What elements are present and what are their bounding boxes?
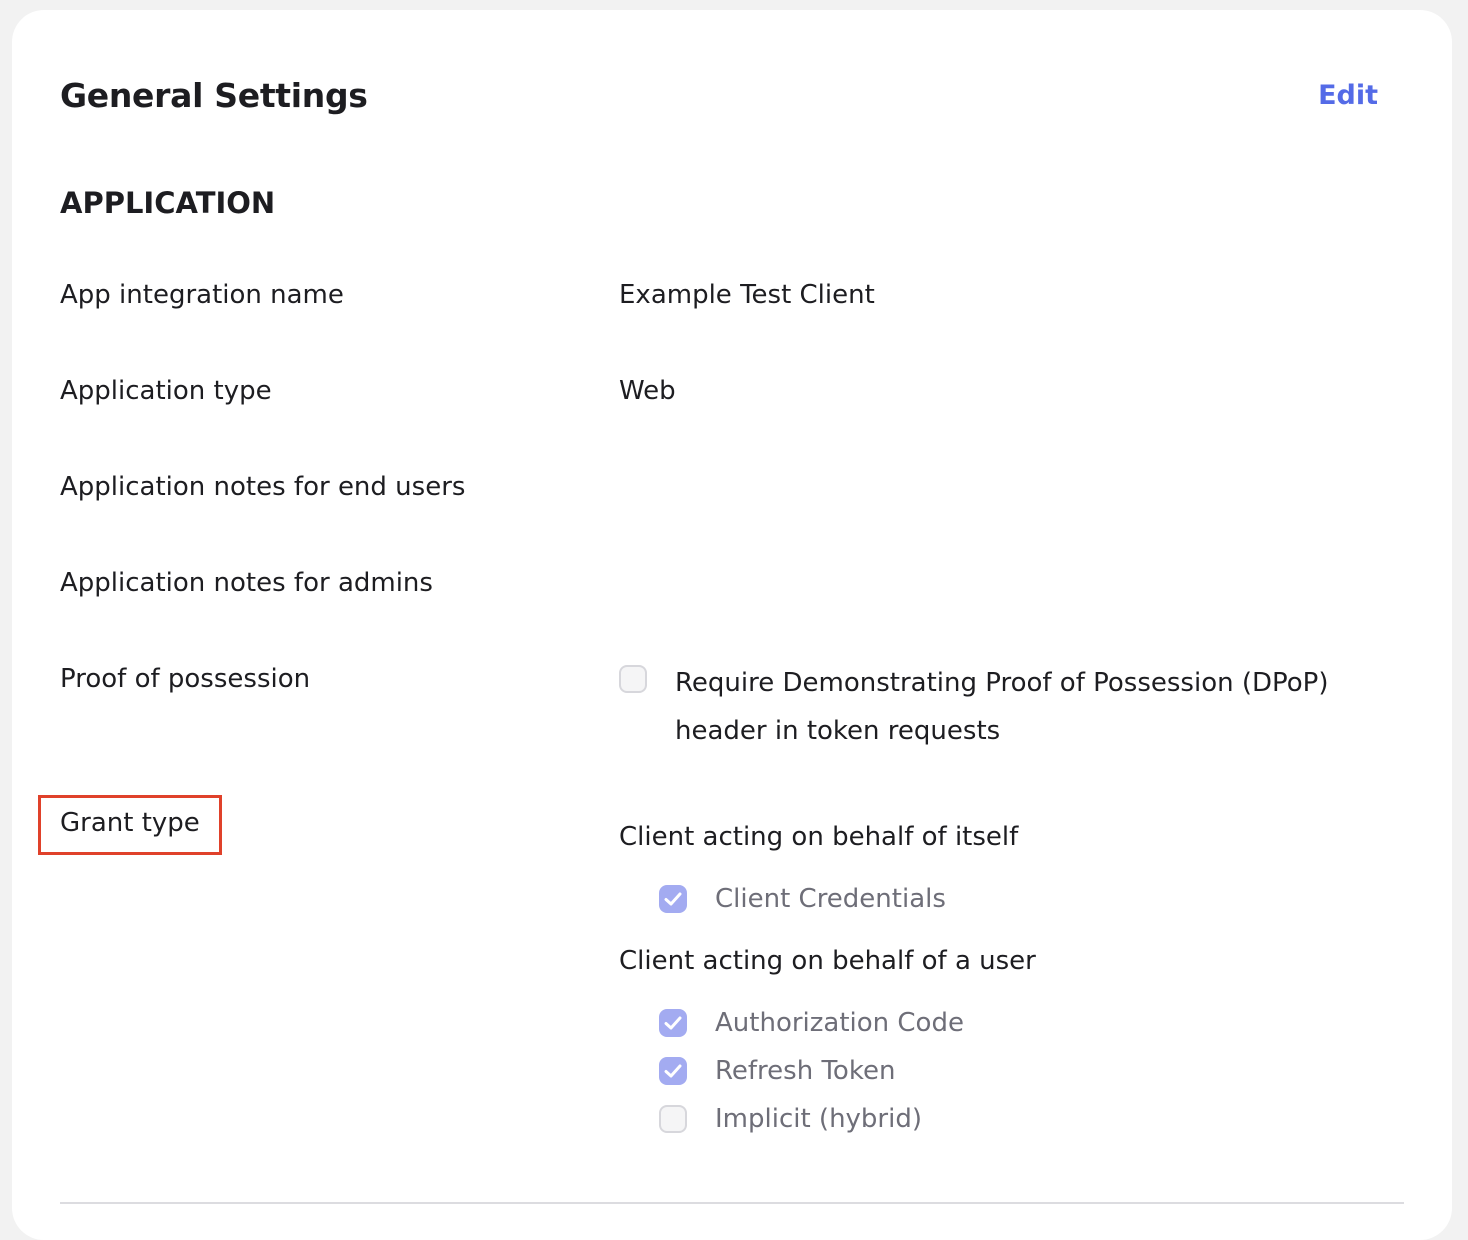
app-integration-name-value: Example Test Client	[619, 280, 875, 310]
section-divider	[60, 1202, 1404, 1204]
page-title: General Settings	[60, 76, 368, 115]
section-title: APPLICATION	[60, 186, 276, 220]
authorization-code-checkbox[interactable]	[659, 1009, 687, 1037]
refresh-token-checkbox[interactable]	[659, 1057, 687, 1085]
dpop-checkbox[interactable]	[619, 665, 647, 693]
implicit-hybrid-checkbox[interactable]	[659, 1105, 687, 1133]
authorization-code-label: Authorization Code	[715, 1008, 964, 1038]
notes-admins-label: Application notes for admins	[60, 568, 433, 598]
grant-type-label: Grant type	[60, 808, 200, 838]
refresh-token-label: Refresh Token	[715, 1056, 896, 1086]
dpop-checkbox-label: Require Demonstrating Proof of Possessio…	[675, 668, 1329, 746]
general-settings-card: General Settings Edit APPLICATION App in…	[12, 10, 1452, 1240]
application-type-label: Application type	[60, 376, 272, 406]
client-credentials-checkbox[interactable]	[659, 885, 687, 913]
check-icon	[664, 892, 682, 906]
proof-of-possession-label: Proof of possession	[60, 664, 311, 694]
client-credentials-label: Client Credentials	[715, 884, 946, 914]
application-type-value: Web	[619, 376, 676, 406]
grant-group-user-title: Client acting on behalf of a user	[619, 946, 1036, 976]
grant-group-itself-title: Client acting on behalf of itself	[619, 822, 1019, 852]
edit-link[interactable]: Edit	[1318, 76, 1378, 116]
implicit-hybrid-label: Implicit (hybrid)	[715, 1104, 922, 1134]
check-icon	[664, 1016, 682, 1030]
app-integration-name-label: App integration name	[60, 280, 344, 310]
notes-end-users-label: Application notes for end users	[60, 472, 466, 502]
check-icon	[664, 1064, 682, 1078]
